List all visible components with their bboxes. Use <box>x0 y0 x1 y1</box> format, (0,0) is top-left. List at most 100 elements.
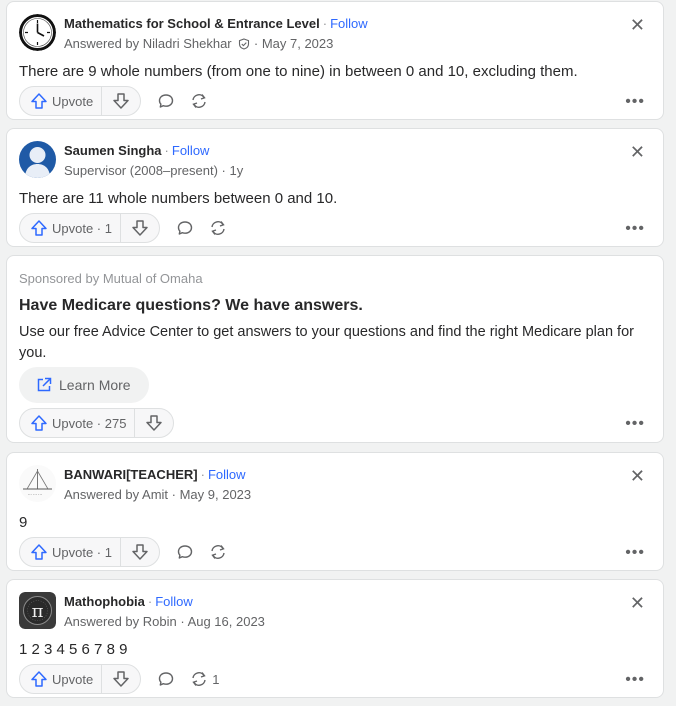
answer-card: ··· ··· ··· BANWARI[TEACHER] · Follow Answ… <box>6 452 664 571</box>
answer-meta: Answered by Amit · May 9, 2023 <box>64 487 252 502</box>
downvote-arrow-icon <box>113 93 129 109</box>
vote-pill: Upvote · 1 <box>19 213 160 243</box>
upvote-button[interactable]: Upvote <box>20 87 103 115</box>
vote-pill: Upvote <box>19 664 142 694</box>
more-icon[interactable]: ••• <box>625 416 645 432</box>
downvote-button[interactable] <box>102 87 140 115</box>
follow-link[interactable]: Follow <box>208 467 246 482</box>
answer-text: 9 <box>19 514 28 531</box>
upvote-label: Upvote · 275 <box>52 415 127 431</box>
answer-card: π Mathophobia · Follow Answered by Robin ·… <box>6 579 664 698</box>
answer-text: There are 9 whole numbers (from one to n… <box>19 63 578 80</box>
downvote-arrow-icon <box>146 415 163 431</box>
avatar-teacher[interactable]: ··· ··· ··· <box>19 465 56 502</box>
downvote-button[interactable] <box>121 214 159 242</box>
upvote-button[interactable]: Upvote · 1 <box>20 538 121 566</box>
downvote-arrow-icon <box>113 671 129 687</box>
upvote-label: Upvote <box>52 93 94 109</box>
close-icon[interactable]: ✕ <box>630 143 645 161</box>
upvote-button[interactable]: Upvote · 275 <box>20 409 136 437</box>
downvote-button[interactable] <box>121 538 159 566</box>
vote-pill: Upvote · 1 <box>19 537 160 567</box>
follow-link[interactable]: Follow <box>330 16 368 31</box>
answer-actions: Upvote 1 <box>19 664 219 694</box>
vote-pill: Upvote · 275 <box>19 408 175 438</box>
sponsored-by[interactable]: Sponsored by Mutual of Omaha <box>19 271 203 286</box>
upvote-arrow-icon <box>31 220 47 236</box>
answer-text: There are 11 whole numbers between 0 and… <box>19 190 338 207</box>
answer-text: 1 2 3 4 5 6 7 8 9 <box>19 641 128 658</box>
answer-card: Saumen Singha · Follow Supervisor (2008–pr… <box>6 128 664 247</box>
avatar-profile[interactable] <box>19 141 56 178</box>
comment-button[interactable] <box>157 670 175 688</box>
answer-meta: Answered by Niladri Shekhar · May 7, 202… <box>64 36 333 51</box>
author-line: BANWARI[TEACHER] · Follow <box>64 467 246 482</box>
more-icon[interactable]: ••• <box>625 545 645 561</box>
downvote-arrow-icon <box>132 544 148 560</box>
ad-actions: Upvote · 275 <box>19 408 175 438</box>
upvote-label: Upvote <box>52 671 94 687</box>
close-icon[interactable]: ✕ <box>630 467 645 485</box>
comment-button[interactable] <box>157 92 175 110</box>
follow-link[interactable]: Follow <box>172 143 210 158</box>
more-icon[interactable]: ••• <box>625 672 645 688</box>
follow-link[interactable]: Follow <box>155 594 193 609</box>
upvote-label: Upvote · 1 <box>52 544 112 560</box>
upvote-arrow-icon <box>31 93 47 109</box>
downvote-button[interactable] <box>135 409 173 437</box>
vote-pill: Upvote <box>19 86 142 116</box>
learn-more-label: Learn More <box>59 377 131 393</box>
share-icon <box>192 672 206 686</box>
author-line: Mathophobia · Follow <box>64 594 193 609</box>
share-icon <box>211 545 225 559</box>
downvote-button[interactable] <box>102 665 140 693</box>
shield-icon <box>239 38 250 50</box>
close-icon[interactable]: ✕ <box>630 16 645 34</box>
comment-icon <box>159 94 174 108</box>
comment-icon <box>159 672 174 686</box>
learn-more-button[interactable]: Learn More <box>19 367 149 403</box>
upvote-button[interactable]: Upvote · 1 <box>20 214 121 242</box>
share-icon <box>192 94 206 108</box>
upvote-label: Upvote · 1 <box>52 220 112 236</box>
svg-text:π: π <box>32 601 44 622</box>
upvote-arrow-icon <box>31 544 47 560</box>
share-button[interactable] <box>189 92 212 110</box>
answered-by: Answered by Niladri Shekhar <box>64 36 232 51</box>
avatar-pi[interactable]: π <box>19 592 56 629</box>
author-name[interactable]: Mathophobia <box>64 594 145 609</box>
author-name[interactable]: BANWARI[TEACHER] <box>64 467 198 482</box>
comment-button[interactable] <box>176 219 194 237</box>
upvote-arrow-icon <box>31 415 47 431</box>
upvote-button[interactable]: Upvote <box>20 665 103 693</box>
ad-title[interactable]: Have Medicare questions? We have answers… <box>19 297 363 315</box>
author-name[interactable]: Saumen Singha <box>64 143 162 158</box>
comment-button[interactable] <box>176 543 194 561</box>
svg-text:··· ··· ···: ··· ··· ··· <box>28 492 42 497</box>
more-icon[interactable]: ••• <box>625 94 645 110</box>
downvote-arrow-icon <box>132 220 148 236</box>
answer-actions: Upvote · 1 <box>19 537 231 567</box>
share-button[interactable]: 1 <box>189 670 219 688</box>
external-link-icon <box>37 377 52 392</box>
author-line: Saumen Singha · Follow <box>64 143 210 158</box>
more-icon[interactable]: ••• <box>625 221 645 237</box>
comment-icon <box>177 545 193 559</box>
author-name[interactable]: Mathematics for School & Entrance Level <box>64 16 320 31</box>
answer-meta: Supervisor (2008–present) · 1y <box>64 163 244 178</box>
answer-actions: Upvote <box>19 86 212 116</box>
comment-icon <box>177 221 193 235</box>
answer-date: · May 7, 2023 <box>253 36 334 51</box>
author-line: Mathematics for School & Entrance Level ·… <box>64 16 368 31</box>
answer-actions: Upvote · 1 <box>19 213 231 243</box>
share-button[interactable] <box>208 543 231 561</box>
sponsored-card: Sponsored by Mutual of Omaha Have Medica… <box>6 255 664 443</box>
answer-meta: Answered by Robin · Aug 16, 2023 <box>64 614 265 629</box>
share-count: 1 <box>212 671 220 687</box>
avatar-clock[interactable] <box>19 14 56 51</box>
upvote-arrow-icon <box>31 671 47 687</box>
ad-body: Use our free Advice Center to get answer… <box>19 324 634 361</box>
share-button[interactable] <box>208 219 231 237</box>
close-icon[interactable]: ✕ <box>630 594 645 612</box>
share-icon <box>211 221 225 235</box>
